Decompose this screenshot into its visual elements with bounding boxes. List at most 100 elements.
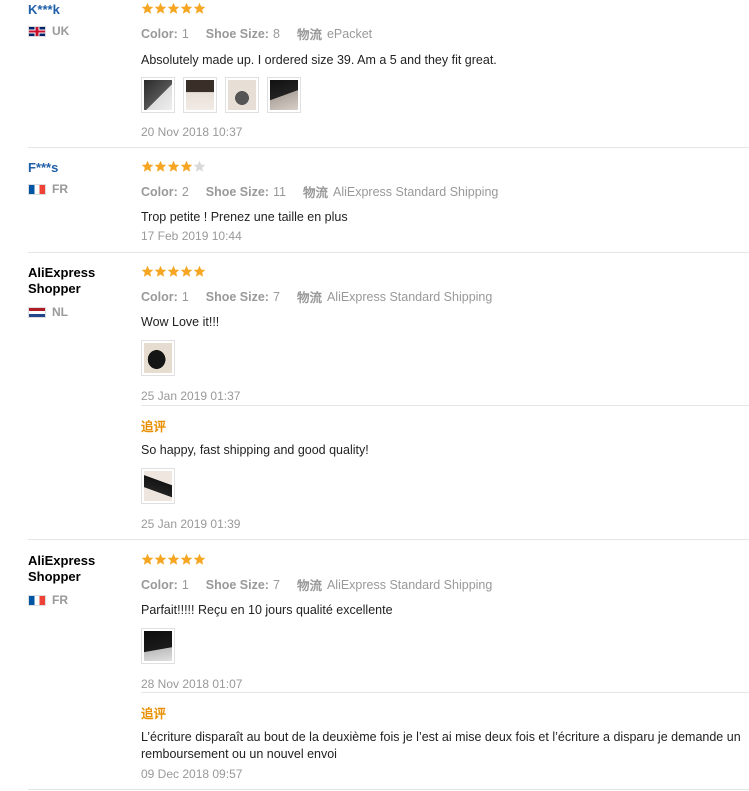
star-filled-icon: [141, 265, 154, 278]
star-filled-icon: [167, 160, 180, 173]
star-filled-icon: [167, 2, 180, 15]
shipping-value: AliExpress Standard Shipping: [332, 184, 499, 199]
review-attributes: Color: 2 Shoe Size: 11 物流 AliExpress Standa…: [141, 182, 749, 201]
star-empty-icon: [193, 160, 206, 173]
followup-date: 09 Dec 2018 09:57: [141, 767, 243, 781]
review-photo-thumbnail[interactable]: [267, 77, 301, 113]
review-text: Wow Love it!!!: [141, 315, 220, 329]
shoe-size-value: 7: [272, 289, 280, 304]
followup-divider: [141, 405, 749, 406]
reviewer-country: NL: [28, 305, 133, 319]
reviewer-country: UK: [28, 24, 133, 38]
star-filled-icon: [180, 160, 193, 173]
reviewer-name[interactable]: K***k: [28, 2, 133, 18]
review-photo-thumbnail[interactable]: [141, 468, 175, 504]
shoe-size-value: 11: [272, 184, 286, 199]
reviewer-info: AliExpress Shopper FR: [28, 553, 133, 607]
color-value: 1: [181, 577, 189, 592]
color-label: Color:: [141, 289, 178, 304]
followup-divider: [141, 692, 749, 693]
review-attributes: Color: 1 Shoe Size: 7 物流 AliExpress Standar…: [141, 287, 749, 306]
reviewer-country: FR: [28, 182, 133, 196]
star-filled-icon: [141, 2, 154, 15]
color-value: 1: [181, 26, 189, 41]
star-filled-icon: [154, 265, 167, 278]
followup-text: So happy, fast shipping and good quality…: [141, 443, 369, 457]
star-filled-icon: [180, 2, 193, 15]
review-divider: [28, 252, 749, 253]
review-photos: [141, 468, 749, 504]
review-date: 25 Jan 2019 01:37: [141, 389, 241, 403]
star-rating: [141, 2, 749, 16]
shipping-value: ePacket: [326, 26, 373, 41]
followup-date: 25 Jan 2019 01:39: [141, 517, 241, 531]
reviewer-info: F***s FR: [28, 160, 133, 196]
review-photos: [141, 340, 749, 376]
fr-flag-icon: [28, 594, 46, 606]
shoe-size-label: Shoe Size:: [205, 184, 269, 199]
reviewer-info: K***k UK: [28, 2, 133, 38]
star-filled-icon: [154, 160, 167, 173]
review-divider: [28, 789, 749, 790]
star-filled-icon: [167, 553, 180, 566]
shipping-label: 物流: [296, 28, 322, 42]
shipping-label: 物流: [296, 291, 322, 305]
star-rating: [141, 553, 749, 567]
shoe-size-label: Shoe Size:: [205, 289, 269, 304]
shipping-value: AliExpress Standard Shipping: [326, 577, 493, 592]
shoe-size-value: 8: [272, 26, 280, 41]
color-value: 2: [181, 184, 189, 199]
star-filled-icon: [141, 160, 154, 173]
shipping-label: 物流: [296, 579, 322, 593]
star-filled-icon: [193, 553, 206, 566]
country-code: UK: [52, 24, 70, 38]
reviewer-country: FR: [28, 593, 133, 607]
star-filled-icon: [167, 265, 180, 278]
review-date: 20 Nov 2018 10:37: [141, 125, 243, 139]
review-text: Trop petite ! Prenez une taille en plus: [141, 210, 348, 224]
review-photo-thumbnail[interactable]: [141, 628, 175, 664]
shoe-size-value: 7: [272, 577, 280, 592]
followup-label: 追评: [141, 420, 167, 434]
shoe-size-label: Shoe Size:: [205, 26, 269, 41]
review-date: 17 Feb 2019 10:44: [141, 229, 242, 243]
uk-flag-icon: [28, 25, 46, 37]
star-filled-icon: [180, 265, 193, 278]
star-filled-icon: [154, 2, 167, 15]
review-text: Parfait!!!!! Reçu en 10 jours qualité ex…: [141, 603, 393, 617]
review-divider: [28, 147, 749, 148]
review-date: 28 Nov 2018 01:07: [141, 677, 243, 691]
review-photo-thumbnail[interactable]: [141, 77, 175, 113]
nl-flag-icon: [28, 306, 46, 318]
reviewer-info: AliExpress Shopper NL: [28, 265, 133, 319]
review-attributes: Color: 1 Shoe Size: 7 物流 AliExpress Standar…: [141, 575, 749, 594]
shipping-label: 物流: [302, 186, 328, 200]
review-attributes: Color: 1 Shoe Size: 8 物流 ePacket: [141, 24, 749, 43]
followup-text: L’écriture disparaît au bout de la deuxi…: [141, 730, 741, 761]
shoe-size-label: Shoe Size:: [205, 577, 269, 592]
country-code: FR: [52, 593, 68, 607]
star-filled-icon: [154, 553, 167, 566]
star-filled-icon: [193, 2, 206, 15]
review-photos: [141, 628, 749, 664]
star-rating: [141, 160, 749, 174]
reviewer-name[interactable]: AliExpress Shopper: [28, 265, 133, 297]
color-value: 1: [181, 289, 189, 304]
star-filled-icon: [180, 553, 193, 566]
color-label: Color:: [141, 26, 178, 41]
review-photos: [141, 77, 749, 113]
country-code: FR: [52, 182, 68, 196]
star-rating: [141, 265, 749, 279]
review-photo-thumbnail[interactable]: [141, 340, 175, 376]
review-text: Absolutely made up. I ordered size 39. A…: [141, 53, 497, 67]
shipping-value: AliExpress Standard Shipping: [326, 289, 493, 304]
review-photo-thumbnail[interactable]: [225, 77, 259, 113]
star-filled-icon: [141, 553, 154, 566]
reviewer-name[interactable]: AliExpress Shopper: [28, 553, 133, 585]
color-label: Color:: [141, 577, 178, 592]
country-code: NL: [52, 305, 68, 319]
reviewer-name[interactable]: F***s: [28, 160, 133, 176]
review-photo-thumbnail[interactable]: [183, 77, 217, 113]
star-filled-icon: [193, 265, 206, 278]
review-divider: [28, 539, 749, 540]
